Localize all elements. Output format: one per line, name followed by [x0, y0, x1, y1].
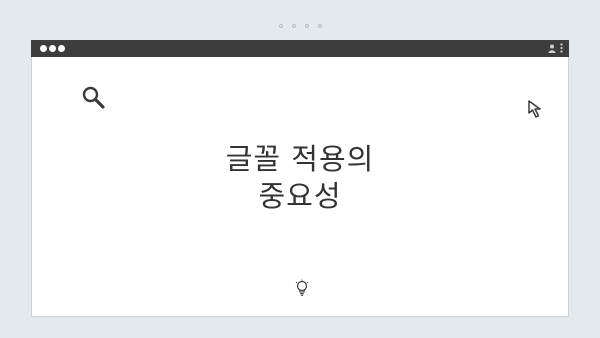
pager-dot[interactable]: [304, 24, 309, 28]
window-control-maximize[interactable]: [58, 45, 65, 52]
pager-dot[interactable]: [317, 24, 322, 28]
window-content: 글꼴 적용의 중요성: [32, 57, 568, 316]
more-vertical-icon[interactable]: [560, 43, 563, 53]
pager-dot[interactable]: [278, 24, 283, 28]
window-titlebar: [31, 40, 569, 57]
pager-dot[interactable]: [291, 24, 296, 28]
cursor-arrow-icon: [528, 100, 541, 118]
window-control-minimize[interactable]: [49, 45, 56, 52]
slide-canvas: 글꼴 적용의 중요성: [0, 0, 600, 338]
window-control-close[interactable]: [40, 45, 47, 52]
page-title-line-1: 글꼴 적용의: [225, 142, 375, 176]
search-icon[interactable]: [81, 85, 107, 111]
page-title-line-2: 중요성: [258, 179, 342, 213]
user-icon[interactable]: [548, 44, 556, 53]
lightbulb-icon: [295, 279, 309, 296]
page-title: 글꼴 적용의 중요성: [32, 141, 568, 215]
browser-window: 글꼴 적용의 중요성: [31, 40, 569, 317]
titlebar-actions: [548, 43, 563, 53]
pager-dots: [0, 24, 600, 28]
